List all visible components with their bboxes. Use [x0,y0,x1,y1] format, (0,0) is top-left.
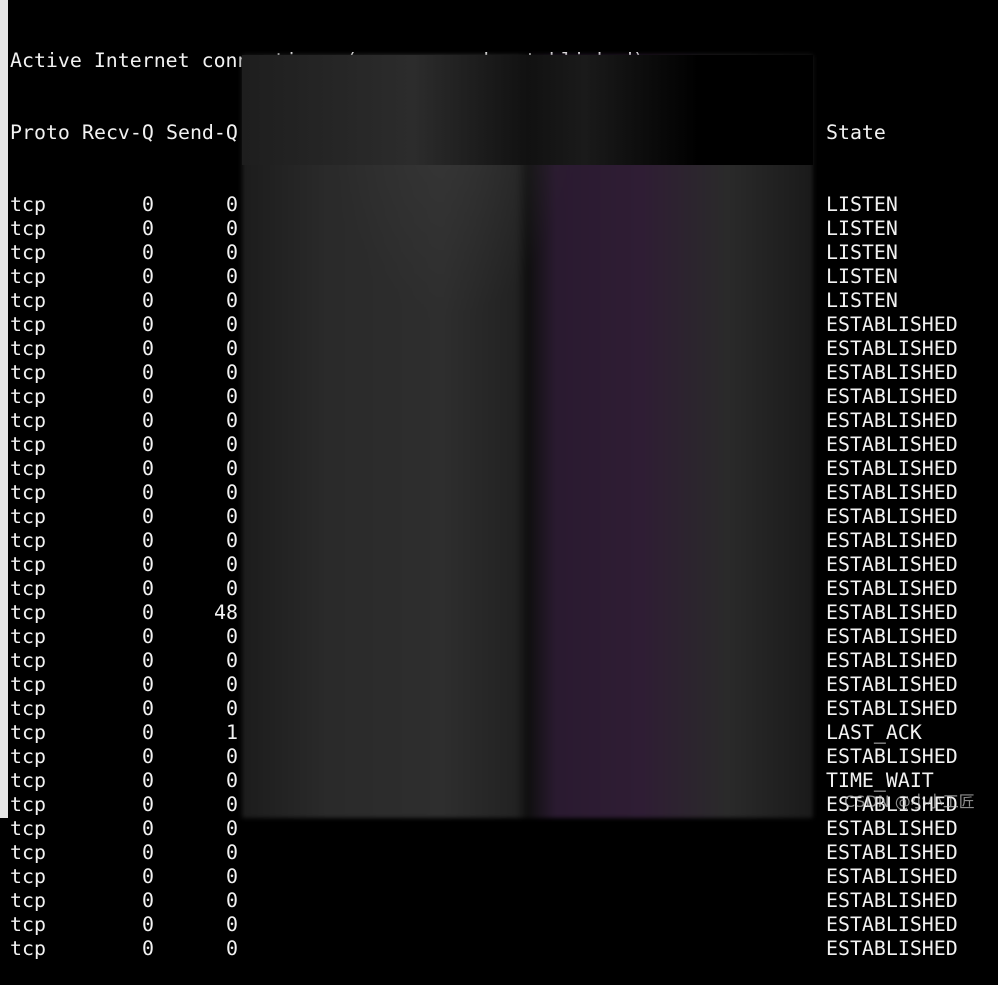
cell-send-q: 0 [226,745,238,768]
cell-state: ESTABLISHED [826,745,958,768]
cell-state: LAST_ACK [826,721,922,744]
cell-state: LISTEN [826,265,898,288]
header-state: State [826,121,886,144]
redacted-addresses-top [242,55,813,165]
cell-state: ESTABLISHED [826,313,958,336]
redacted-addresses [242,55,813,818]
table-row: tcp 0 0 ESTABLISHED [10,865,998,889]
cell-state: LISTEN [826,217,898,240]
cell-state: ESTABLISHED [826,673,958,696]
cell-state: ESTABLISHED [826,433,958,456]
cell-state: ESTABLISHED [826,865,958,888]
cell-send-q: 0 [226,265,238,288]
cell-send-q: 0 [226,457,238,480]
cell-send-q: 48 [214,601,238,624]
cell-state: LISTEN [826,193,898,216]
cell-send-q: 0 [226,217,238,240]
cell-state: ESTABLISHED [826,337,958,360]
cell-send-q: 0 [226,481,238,504]
cell-send-q: 0 [226,673,238,696]
cell-state: ESTABLISHED [826,505,958,528]
cell-send-q: 0 [226,649,238,672]
cell-send-q: 1 [226,721,238,744]
cell-send-q: 0 [226,937,238,960]
cell-send-q: 0 [226,697,238,720]
watermark: CSDN @小小工匠 [844,792,975,811]
cell-state: ESTABLISHED [826,361,958,384]
cell-send-q: 0 [226,793,238,816]
cell-state: ESTABLISHED [826,553,958,576]
cell-send-q: 0 [226,241,238,264]
header-send-q: Send-Q [166,121,238,144]
header-recv-q: Recv-Q [82,121,154,144]
cell-send-q: 0 [226,193,238,216]
cell-send-q: 0 [226,889,238,912]
cell-state: ESTABLISHED [826,625,958,648]
cell-send-q: 0 [226,361,238,384]
cell-state: ESTABLISHED [826,649,958,672]
cell-send-q: 0 [226,289,238,312]
cell-send-q: 0 [226,433,238,456]
window-left-border [0,0,8,818]
cell-send-q: 0 [226,913,238,936]
cell-send-q: 0 [226,769,238,792]
cell-state: ESTABLISHED [826,913,958,936]
cell-send-q: 0 [226,409,238,432]
cell-state: ESTABLISHED [826,889,958,912]
cell-state: ESTABLISHED [826,409,958,432]
cell-state: LISTEN [826,241,898,264]
cell-state: ESTABLISHED [826,529,958,552]
table-row: tcp 0 0 ESTABLISHED [10,889,998,913]
cell-state: ESTABLISHED [826,817,958,840]
cell-send-q: 0 [226,553,238,576]
cell-state: ESTABLISHED [826,385,958,408]
cell-send-q: 0 [226,385,238,408]
table-row: tcp 0 0 ESTABLISHED [10,841,998,865]
table-row: tcp 0 0 ESTABLISHED [10,937,998,961]
cell-send-q: 0 [226,865,238,888]
cell-state: ESTABLISHED [826,601,958,624]
cell-send-q: 0 [226,841,238,864]
cell-state: ESTABLISHED [826,697,958,720]
table-row: tcp 0 0 ESTABLISHED [10,913,998,937]
table-row: tcp 0 0 ESTABLISHED [10,817,998,841]
cell-state: ESTABLISHED [826,937,958,960]
cell-send-q: 0 [226,577,238,600]
cell-send-q: 0 [226,505,238,528]
cell-state: ESTABLISHED [826,481,958,504]
header-proto: Proto [10,121,70,144]
cell-send-q: 0 [226,337,238,360]
cell-state: ESTABLISHED [826,841,958,864]
cell-send-q: 0 [226,529,238,552]
cell-send-q: 0 [226,625,238,648]
cell-send-q: 0 [226,817,238,840]
cell-state: ESTABLISHED [826,577,958,600]
cell-state: LISTEN [826,289,898,312]
cell-send-q: 0 [226,313,238,336]
cell-state: ESTABLISHED [826,457,958,480]
